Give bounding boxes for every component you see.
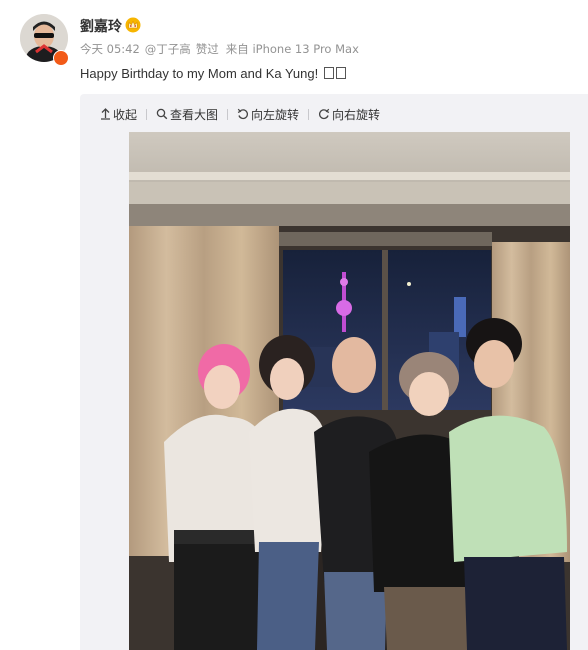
divider [146, 108, 148, 120]
crown-icon[interactable] [125, 17, 141, 33]
collapse-button[interactable]: 收起 [100, 106, 137, 123]
divider [308, 108, 310, 120]
post-time[interactable]: 今天 05:42 [80, 42, 140, 56]
mention-link[interactable]: @丁子高 [145, 42, 191, 56]
emoji-placeholder-icon [335, 67, 346, 79]
liked-label: 赞过 [195, 42, 219, 56]
view-large-button[interactable]: 查看大图 [156, 106, 218, 123]
rotate-right-button[interactable]: 向右旋转 [318, 106, 380, 123]
media-panel: 收起 查看大图 向左旋转 向右旋转 [80, 94, 588, 650]
post-source: 来自 iPhone 13 Pro Max [225, 42, 359, 56]
arrow-up-icon [101, 108, 110, 120]
post-text-body: Happy Birthday to my Mom and Ka Yung! [80, 66, 322, 81]
rotate-left-button[interactable]: 向左旋转 [237, 106, 299, 123]
rotate-left-icon [237, 108, 249, 120]
rotate-right-label: 向右旋转 [332, 107, 381, 122]
author-name[interactable]: 劉嘉玲 [80, 16, 122, 36]
post-photo[interactable] [129, 132, 570, 650]
rotate-right-icon [319, 108, 330, 120]
divider [227, 108, 229, 120]
image-toolbar: 收起 查看大图 向左旋转 向右旋转 [100, 106, 380, 122]
post-meta: 今天 05:42 @丁子高 赞过 来自 iPhone 13 Pro Max [80, 41, 364, 57]
verified-badge-icon [53, 50, 69, 66]
view-large-label: 查看大图 [170, 107, 219, 122]
emoji-placeholder-icon [323, 67, 334, 79]
magnifier-icon [156, 108, 168, 120]
post-text: Happy Birthday to my Mom and Ka Yung! [80, 66, 346, 81]
rotate-left-label: 向左旋转 [251, 107, 300, 122]
collapse-label: 收起 [113, 107, 138, 122]
